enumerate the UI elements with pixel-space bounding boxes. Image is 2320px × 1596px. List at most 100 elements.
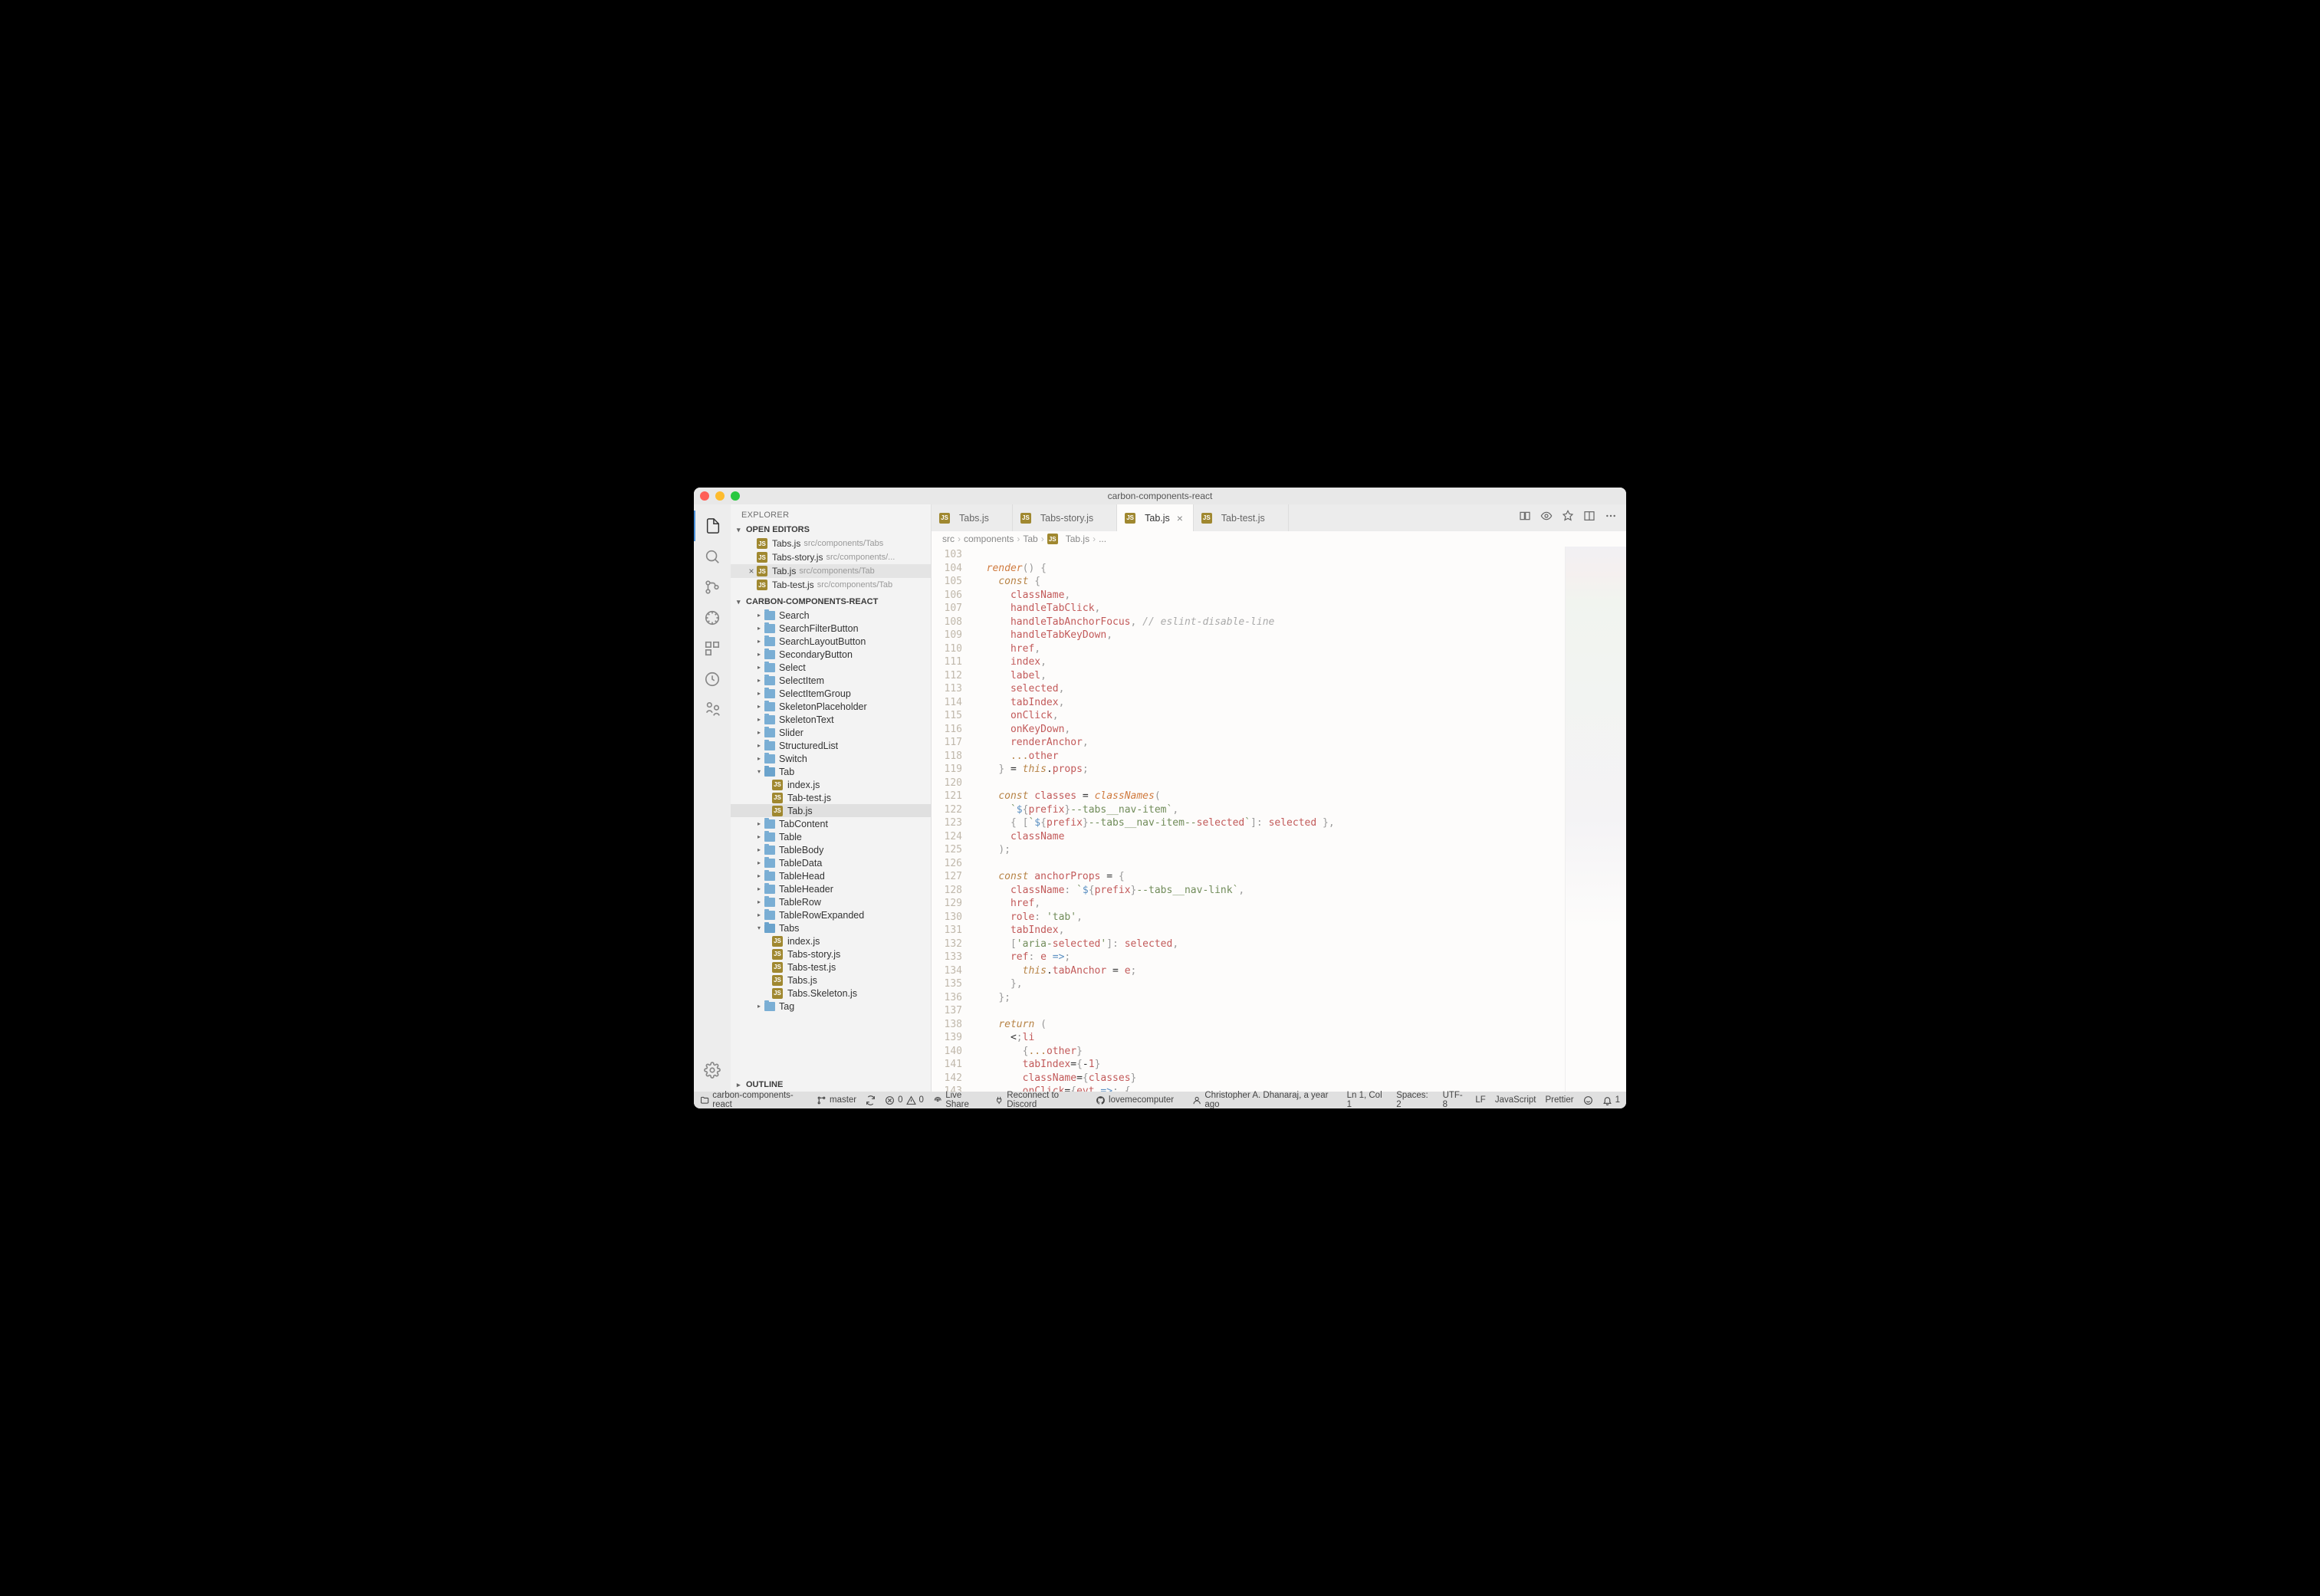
tree-folder[interactable]: ▾Tab [731,765,931,778]
file-tree[interactable]: ▸Search▸SearchFilterButton▸SearchLayoutB… [731,609,931,1078]
editor-tab[interactable]: JS Tab.js × [1117,504,1194,531]
tree-folder[interactable]: ▸TabContent [731,817,931,830]
tree-file[interactable]: JSTabs.Skeleton.js [731,987,931,1000]
open-editor-item[interactable]: ×JSTabs.jssrc/components/Tabs [731,537,931,550]
close-icon[interactable]: × [746,566,757,576]
sb-discord[interactable]: Reconnect to Discord [994,1091,1086,1108]
tree-item-label: TableBody [779,845,823,855]
editor-tab[interactable]: JSTabs-story.js [1013,504,1117,531]
extensions-icon[interactable] [694,633,731,664]
tree-folder[interactable]: ▸TableRowExpanded [731,908,931,921]
breadcrumb[interactable]: src› components› Tab› JS Tab.js› ... [932,531,1626,547]
open-editor-item[interactable]: ×JSTabs-story.jssrc/components/... [731,550,931,564]
sb-errors[interactable]: 0 0 [885,1095,924,1105]
sb-language[interactable]: JavaScript [1495,1095,1536,1105]
explorer-icon[interactable] [694,511,731,541]
editor-filename: Tabs-story.js [772,552,823,563]
minimap[interactable] [1565,547,1626,1092]
sb-liveshare[interactable]: Live Share [933,1091,985,1108]
git-branch-icon [817,1095,826,1105]
sb-encoding[interactable]: UTF-8 [1443,1091,1467,1108]
tree-file[interactable]: JSTabs.js [731,974,931,987]
compare-changes-icon[interactable] [1519,510,1531,526]
close-window-button[interactable] [700,491,709,501]
open-editor-item[interactable]: ×JSTab-test.jssrc/components/Tab [731,578,931,592]
tree-folder[interactable]: ▸TableData [731,856,931,869]
tree-folder[interactable]: ▸Tag [731,1000,931,1013]
minimize-window-button[interactable] [715,491,725,501]
tree-folder[interactable]: ▸TableHead [731,869,931,882]
tree-folder[interactable]: ▸TableRow [731,895,931,908]
editor-tab[interactable]: JSTab-test.js [1194,504,1289,531]
sb-project[interactable]: carbon-components-react [700,1091,807,1108]
search-icon[interactable] [694,541,731,572]
tree-item-label: SelectItem [779,675,824,686]
smiley-icon [1583,1095,1593,1105]
plug-icon [994,1095,1004,1105]
folder-icon [764,819,775,829]
tree-folder[interactable]: ▸Switch [731,752,931,765]
editor-path: src/components/Tabs [803,539,883,548]
open-editor-item[interactable]: ×JSTab.jssrc/components/Tab [731,564,931,578]
tree-folder[interactable]: ▸Slider [731,726,931,739]
tree-folder[interactable]: ▸StructuredList [731,739,931,752]
sb-prettier[interactable]: Prettier [1546,1095,1574,1105]
tree-folder[interactable]: ▸Table [731,830,931,843]
tree-item-label: Tabs-story.js [787,949,840,960]
code-editor[interactable]: 1031041051061071081091101111121131141151… [932,547,1626,1092]
project-header[interactable]: ▾ CARBON-COMPONENTS-REACT [731,595,931,609]
tree-folder[interactable]: ▸TableHeader [731,882,931,895]
open-editors-header[interactable]: ▾ OPEN EDITORS [731,523,931,537]
timeline-icon[interactable] [694,664,731,695]
sb-blame[interactable]: Christopher A. Dhanaraj, a year ago [1192,1091,1338,1108]
settings-gear-icon[interactable] [694,1055,731,1085]
chevron-right-icon: ▸ [737,1081,746,1089]
debug-icon[interactable] [694,603,731,633]
tree-folder[interactable]: ▾Tabs [731,921,931,934]
split-editor-icon[interactable] [1583,510,1595,526]
sb-eol[interactable]: LF [1475,1095,1485,1105]
js-file-icon: JS [1125,513,1135,524]
tab-label: Tab.js [1145,513,1170,524]
maximize-window-button[interactable] [731,491,740,501]
source-control-icon[interactable] [694,572,731,603]
run-icon[interactable] [1562,510,1574,526]
tree-folder[interactable]: ▸SecondaryButton [731,648,931,661]
sidebar: EXPLORER ▾ OPEN EDITORS ×JSTabs.jssrc/co… [731,504,932,1092]
tree-folder[interactable]: ▸SearchFilterButton [731,622,931,635]
tree-file[interactable]: JSTabs-story.js [731,947,931,961]
chevron-right-icon: ▸ [755,729,763,736]
chevron-right-icon: ▸ [755,651,763,658]
folder-icon [764,715,775,724]
tree-folder[interactable]: ▸SelectItem [731,674,931,687]
sb-position[interactable]: Ln 1, Col 1 [1347,1091,1388,1108]
outline-header[interactable]: ▸ OUTLINE [731,1078,931,1092]
tree-folder[interactable]: ▸SkeletonText [731,713,931,726]
tree-file[interactable]: JSindex.js [731,778,931,791]
sb-spaces[interactable]: Spaces: 2 [1396,1091,1433,1108]
tree-file[interactable]: JSindex.js [731,934,931,947]
tree-item-label: Table [779,832,802,842]
tree-folder[interactable]: ▸SkeletonPlaceholder [731,700,931,713]
tree-file[interactable]: JSTabs-test.js [731,961,931,974]
code-content[interactable]: render() { const { className, handleTabC… [974,547,1565,1092]
tree-folder[interactable]: ▸SearchLayoutButton [731,635,931,648]
folder-icon [764,911,775,920]
open-preview-icon[interactable] [1540,510,1553,526]
tree-file[interactable]: JSTab-test.js [731,791,931,804]
sb-sync[interactable] [866,1095,876,1105]
liveshare-icon[interactable] [694,695,731,725]
close-icon[interactable]: × [1175,512,1185,524]
tree-folder[interactable]: ▸Select [731,661,931,674]
tree-folder[interactable]: ▸TableBody [731,843,931,856]
editor-tab[interactable]: JSTabs.js [932,504,1013,531]
tree-folder[interactable]: ▸Search [731,609,931,622]
sb-notifications[interactable]: 1 [1602,1095,1620,1105]
tree-file[interactable]: JSTab.js [731,804,931,817]
sb-github[interactable]: lovemecomputer [1096,1095,1174,1105]
line-number-gutter: 1031041051061071081091101111121131141151… [932,547,974,1092]
tree-folder[interactable]: ▸SelectItemGroup [731,687,931,700]
more-actions-icon[interactable] [1605,510,1617,526]
sb-branch[interactable]: master [817,1095,856,1105]
sb-feedback[interactable] [1583,1095,1593,1105]
